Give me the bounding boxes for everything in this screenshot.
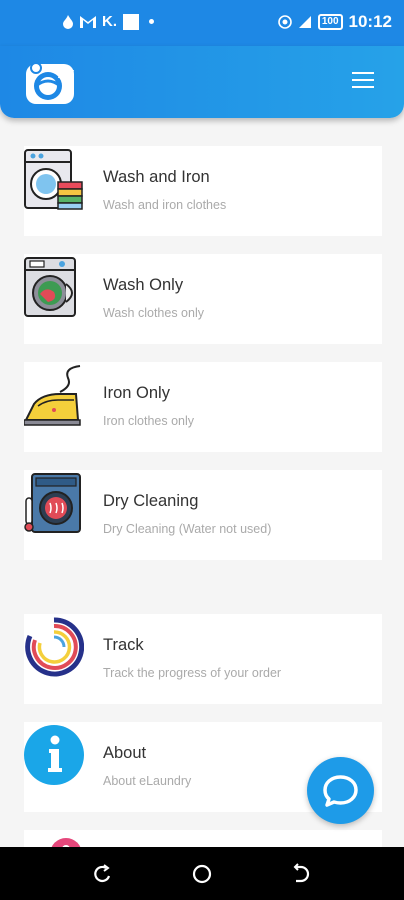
- service-title: Iron Only: [103, 384, 170, 402]
- service-subtitle: Wash clothes only: [103, 306, 204, 320]
- service-title: Dry Cleaning: [103, 492, 199, 510]
- chat-button[interactable]: [307, 757, 374, 824]
- recents-icon[interactable]: [92, 863, 114, 885]
- track-card[interactable]: Track Track the progress of your order: [24, 614, 382, 704]
- service-card-wash-and-iron[interactable]: Wash and Iron Wash and iron clothes: [24, 146, 382, 236]
- app-notification-icon: [123, 13, 139, 30]
- service-title: Wash and Iron: [103, 168, 210, 186]
- dry-cleaning-machine-icon: [24, 473, 81, 533]
- status-bar: K. 100 10:12: [0, 0, 404, 46]
- track-title: Track: [103, 636, 144, 654]
- status-left-text: K.: [102, 13, 117, 30]
- service-card-iron-only[interactable]: Iron Only Iron clothes only: [24, 362, 382, 452]
- washer-with-clothes-icon: [24, 149, 83, 210]
- clock: 10:12: [348, 12, 392, 31]
- info-icon: [24, 725, 84, 785]
- service-title: Wash Only: [103, 276, 184, 294]
- iron-icon: [24, 365, 81, 426]
- battery-icon: 100: [317, 14, 343, 30]
- chat-bubble-icon: [323, 775, 358, 807]
- track-subtitle: Track the progress of your order: [103, 666, 282, 680]
- app-bar: [0, 46, 404, 118]
- service-subtitle: Iron clothes only: [103, 414, 195, 428]
- signal-icon: [298, 16, 311, 28]
- menu-icon[interactable]: [352, 70, 374, 90]
- about-title: About: [103, 744, 147, 762]
- system-nav-bar: [0, 847, 404, 900]
- gmail-icon: [80, 15, 96, 28]
- progress-rings-icon: [25, 617, 84, 677]
- notification-icons: K.: [62, 13, 154, 30]
- back-icon[interactable]: [290, 863, 312, 885]
- more-notifications-dot: [149, 19, 154, 24]
- flame-icon: [63, 14, 73, 29]
- service-subtitle: Wash and iron clothes: [103, 198, 227, 212]
- system-status: 100 10:12: [278, 12, 392, 32]
- washing-machine-icon: [24, 257, 76, 317]
- elaundry-logo-icon[interactable]: [22, 54, 78, 110]
- home-icon[interactable]: [191, 863, 213, 885]
- service-subtitle: Dry Cleaning (Water not used): [103, 522, 272, 536]
- service-card-wash-only[interactable]: Wash Only Wash clothes only: [24, 254, 382, 344]
- hotspot-icon: [278, 15, 292, 29]
- service-card-dry-cleaning[interactable]: Dry Cleaning Dry Cleaning (Water not use…: [24, 470, 382, 560]
- about-subtitle: About eLaundry: [103, 774, 192, 788]
